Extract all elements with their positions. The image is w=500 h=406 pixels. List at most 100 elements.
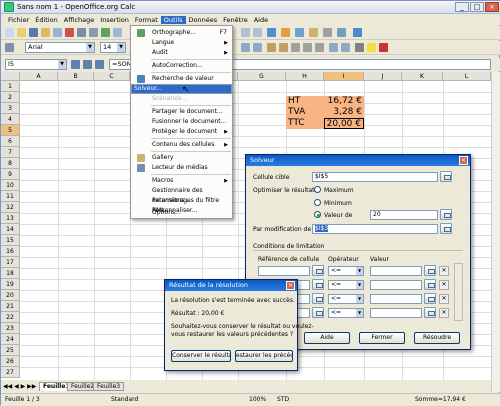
row-header-26[interactable]: 26 (1, 356, 20, 367)
menu-item-contenu-cellules[interactable]: Contenu des cellules ▶ (131, 140, 232, 150)
menu-affichage[interactable]: Affichage (61, 16, 98, 24)
radio-valeur-de[interactable] (314, 211, 321, 218)
cell-i5[interactable]: 20,00 € (324, 118, 364, 129)
col-header-g[interactable]: G (238, 72, 286, 81)
row-header-27[interactable]: 27 (1, 367, 20, 378)
shrink-icon[interactable] (312, 307, 324, 318)
condition-value-input[interactable] (370, 294, 422, 304)
vertical-scrollbar[interactable] (491, 72, 500, 392)
cellule-cible-input[interactable]: $I$5 (312, 172, 438, 182)
datasource-icon[interactable] (323, 28, 332, 37)
fermer-button[interactable]: Fermer (359, 332, 405, 344)
delete-condition-icon[interactable]: ✕ (439, 308, 449, 318)
menu-outils[interactable]: Outils (160, 15, 186, 24)
menu-insertion[interactable]: Insertion (97, 16, 132, 24)
maximize-button[interactable]: □ (470, 2, 484, 12)
condition-value-input[interactable] (370, 266, 422, 276)
row-header-24[interactable]: 24 (1, 334, 20, 345)
menu-item-parametrages-filtre[interactable]: Paramétrages du filtre XML... (131, 196, 232, 214)
row-header-25[interactable]: 25 (1, 345, 20, 356)
menu-item-lecteur-medias[interactable]: Lecteur de médias (131, 163, 232, 173)
styles-icon[interactable] (5, 43, 14, 52)
shrink-icon[interactable] (424, 307, 436, 318)
col-header-h[interactable]: H (286, 72, 324, 81)
col-header-l[interactable]: L (443, 72, 491, 81)
currency-icon[interactable] (267, 43, 276, 52)
status-mode[interactable]: STD (277, 396, 289, 403)
radio-minimum[interactable] (314, 199, 321, 206)
menu-item-autocorrection[interactable]: AutoCorrection... (131, 61, 232, 71)
condition-reference-input[interactable] (258, 266, 310, 276)
row-header-18[interactable]: 18 (1, 268, 20, 279)
row-header-14[interactable]: 14 (1, 224, 20, 235)
delete-condition-icon[interactable]: ✕ (439, 266, 449, 276)
sort-asc-icon[interactable] (241, 28, 250, 37)
delete-condition-icon[interactable]: ✕ (439, 294, 449, 304)
col-header-a[interactable]: A (20, 72, 58, 81)
navigator-icon[interactable] (295, 28, 304, 37)
row-header-13[interactable]: 13 (1, 213, 20, 224)
row-header-6[interactable]: 6 (1, 136, 20, 147)
function-wizard-icon[interactable] (71, 60, 80, 69)
radio-maximum[interactable] (314, 186, 321, 193)
menu-item-gallery[interactable]: Gallery (131, 153, 232, 163)
menu-item-proteger[interactable]: Protéger le document ▶ (131, 127, 232, 137)
pdf-icon[interactable] (65, 28, 74, 37)
row-header-3[interactable]: 3 (1, 103, 20, 114)
par-modification-input[interactable]: $I$3 (312, 224, 438, 234)
open-icon[interactable] (17, 28, 26, 37)
tab-feuille3[interactable]: Feuille3 (93, 382, 125, 391)
menu-edition[interactable]: Édition (32, 16, 61, 24)
menu-item-fusionner[interactable]: Fusionner le document... (131, 117, 232, 127)
add-decimal-icon[interactable] (303, 43, 312, 52)
remove-decimal-icon[interactable] (315, 43, 324, 52)
condition-value-input[interactable] (370, 308, 422, 318)
col-header-i[interactable]: I (324, 72, 364, 81)
percent-icon[interactable] (279, 43, 288, 52)
condition-operator-select[interactable]: <= ▼ (328, 266, 364, 276)
menu-item-macros[interactable]: Macros ▶ (131, 176, 232, 186)
menu-item-recherche-valeur-cible[interactable]: Recherche de valeur cible... (131, 74, 232, 92)
menu-fenetre[interactable]: Fenêtre (220, 16, 251, 24)
menu-donnees[interactable]: Données (186, 16, 221, 24)
save-icon[interactable] (29, 28, 38, 37)
outdent-icon[interactable] (341, 43, 350, 52)
help-icon[interactable] (353, 28, 362, 37)
restaurer-button[interactable]: estaurer les précédent (235, 350, 293, 362)
menu-fichier[interactable]: Fichier (5, 16, 32, 24)
edit-icon[interactable] (53, 28, 62, 37)
sort-desc-icon[interactable] (253, 28, 262, 37)
chart-icon[interactable] (267, 28, 276, 37)
shrink-icon[interactable] (440, 171, 452, 182)
menu-item-langue[interactable]: Langue ▶ (131, 38, 232, 48)
font-name-combo[interactable]: Arial ▼ (25, 42, 95, 53)
cell-i3[interactable]: 16,72 € (324, 96, 364, 107)
col-header-j[interactable]: J (364, 72, 402, 81)
row-header-23[interactable]: 23 (1, 323, 20, 334)
row-header-15[interactable]: 15 (1, 235, 20, 246)
new-icon[interactable] (5, 28, 14, 37)
cell-h5[interactable]: TTC (286, 118, 324, 129)
close-icon[interactable]: × (459, 156, 468, 165)
justify-icon[interactable] (241, 43, 250, 52)
sum-icon[interactable] (83, 60, 92, 69)
zoom-icon[interactable] (337, 28, 346, 37)
shrink-icon[interactable] (440, 209, 452, 220)
menu-item-scenarios[interactable]: Scénarios... (131, 94, 232, 104)
row-header-17[interactable]: 17 (1, 257, 20, 268)
shrink-icon[interactable] (312, 265, 324, 276)
background-color-icon[interactable] (367, 43, 376, 52)
row-header-9[interactable]: 9 (1, 169, 20, 180)
shrink-icon[interactable] (312, 293, 324, 304)
print-icon[interactable] (77, 28, 86, 37)
function-icon[interactable] (95, 60, 104, 69)
shrink-icon[interactable] (440, 223, 452, 234)
menu-item-partager[interactable]: Partager le document... (131, 107, 232, 117)
conserver-resultat-button[interactable]: Conserver le résultat (171, 350, 231, 362)
row-header-10[interactable]: 10 (1, 180, 20, 191)
row-header-4[interactable]: 4 (1, 114, 20, 125)
font-color-icon[interactable] (379, 43, 388, 52)
shrink-icon[interactable] (424, 293, 436, 304)
aide-button[interactable]: Aide (304, 332, 350, 344)
row-header-12[interactable]: 12 (1, 202, 20, 213)
